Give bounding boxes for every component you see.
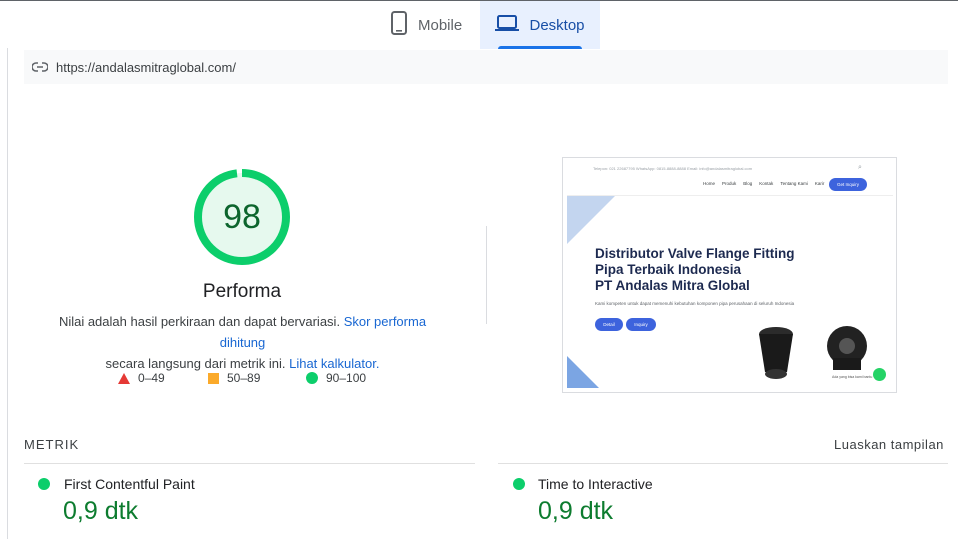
thumb-caption: Ada yang bisa kami bantu (832, 375, 873, 379)
thumb-nav-item: Kontak (759, 181, 774, 186)
thumb-decor-triangle (567, 356, 599, 388)
left-border (7, 48, 8, 539)
thumb-headline: Distributor Valve Flange Fitting Pipa Te… (595, 246, 855, 294)
thumb-headline-line: Distributor Valve Flange Fitting (595, 246, 795, 261)
thumb-nav-item: Blog (743, 181, 753, 186)
thumb-nav-item: Tentang Kami (780, 181, 808, 186)
legend-poor-label: 0–49 (138, 371, 165, 385)
square-icon (208, 372, 219, 384)
calculator-link[interactable]: Lihat kalkulator. (289, 356, 379, 371)
good-status-icon (38, 478, 50, 490)
thumb-nav: Home Produk Blog Kontak Tentang Kami Kar… (703, 181, 824, 186)
circle-icon (306, 372, 318, 384)
thumb-headline-line: PT Andalas Mitra Global (595, 278, 750, 293)
thumb-detail-button: Detail (595, 318, 623, 331)
thumb-nav-item: Karir (814, 181, 825, 186)
active-tab-indicator (498, 46, 582, 49)
metric-fcp-value: 0,9 dtk (63, 497, 139, 525)
thumb-topbar: Telepon: 021 22687795 WhatsApp: 0815-888… (593, 166, 753, 171)
good-status-icon (513, 478, 525, 490)
thumb-nav-item: Produk (722, 181, 737, 186)
score-desc-text-1: Nilai adalah hasil perkiraan dan dapat b… (58, 314, 341, 329)
thumb-decor-triangle (567, 196, 615, 244)
tab-desktop-label: Desktop (529, 16, 585, 34)
expand-view-button[interactable]: Luaskan tampilan (834, 437, 944, 452)
metrics-divider (24, 463, 475, 464)
url-bar: https://andalasmitraglobal.com/ (24, 50, 948, 84)
score-description: Nilai adalah hasil perkiraan dan dapat b… (40, 311, 445, 374)
vertical-divider (486, 226, 487, 324)
thumb-inquiry-button: Inquiry (626, 318, 656, 331)
flange-image (827, 326, 867, 370)
whatsapp-icon (873, 368, 886, 381)
legend-good-label: 90–100 (326, 371, 367, 385)
thumb-subtitle: Kami kompeten untuk dapat memenuhi kebut… (595, 301, 795, 306)
link-icon (31, 60, 49, 75)
tab-mobile[interactable]: Mobile (390, 1, 462, 49)
analyzed-url[interactable]: https://andalasmitraglobal.com/ (56, 60, 236, 75)
performance-score: 98 (223, 197, 261, 236)
metric-tti-value: 0,9 dtk (538, 497, 614, 525)
thumb-headline-line: Pipa Terbaik Indonesia (595, 262, 742, 277)
score-desc-text-2: secara langsung dari metrik ini. (105, 356, 286, 371)
thumb-separator (567, 195, 893, 196)
thumb-nav-button: Get Inquiry (829, 178, 867, 191)
legend-average-label: 50–89 (227, 371, 261, 385)
metrics-heading: METRIK (24, 437, 80, 452)
metric-tti-label: Time to Interactive (538, 476, 653, 492)
tab-mobile-label: Mobile (418, 16, 463, 34)
legend-average: 50–89 (208, 371, 260, 385)
metrics-divider (498, 463, 948, 464)
search-icon: ⌕ (858, 164, 862, 171)
score-title: Performa (202, 281, 282, 302)
top-border (0, 0, 958, 1)
pipe-fitting-image (759, 327, 793, 379)
thumb-nav-item: Home (703, 181, 716, 186)
page-screenshot: Telepon: 021 22687795 WhatsApp: 0815-888… (562, 157, 897, 393)
legend-poor: 0–49 (118, 371, 165, 385)
metric-fcp-label: First Contentful Paint (64, 476, 195, 492)
legend-good: 90–100 (306, 371, 366, 385)
triangle-icon (118, 372, 130, 384)
laptop-icon (495, 14, 520, 36)
tab-desktop[interactable]: Desktop (480, 1, 600, 49)
phone-icon (390, 11, 408, 39)
